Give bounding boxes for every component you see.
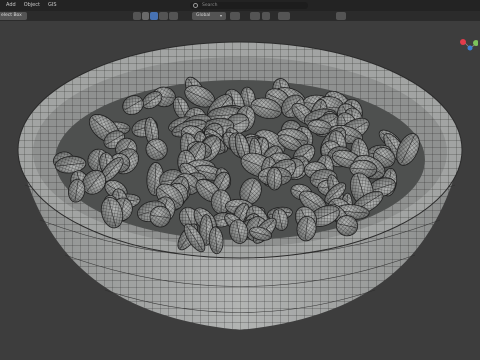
menu-object[interactable]: Object	[20, 0, 44, 11]
snap-target-icon[interactable]	[262, 12, 270, 20]
search-placeholder: Search	[202, 2, 218, 8]
chevron-down-icon: ▾	[220, 13, 223, 18]
transform-orientation-label: Global	[196, 13, 211, 18]
viewport-3d[interactable]	[0, 21, 480, 360]
select-box-icon[interactable]	[150, 12, 158, 20]
select-box-button[interactable]: elect Box	[0, 12, 27, 20]
seed	[266, 167, 283, 191]
select-box-label: elect Box	[1, 13, 22, 18]
pivot-point-icon[interactable]	[230, 12, 240, 20]
search-icon	[193, 3, 198, 8]
menu-gis[interactable]: GIS	[44, 0, 61, 11]
menu-add[interactable]: Add	[0, 0, 20, 11]
tool-settings-bar: Global ▾	[0, 11, 480, 21]
select-subtract-icon[interactable]	[169, 12, 178, 20]
select-extend-icon[interactable]	[159, 12, 168, 20]
cursor-tool-icon[interactable]	[133, 12, 141, 20]
proportional-editing-icon[interactable]	[278, 12, 290, 20]
snap-icon[interactable]	[250, 12, 260, 20]
filter-icon[interactable]	[336, 12, 346, 20]
move-icon[interactable]	[142, 12, 149, 20]
search-input[interactable]: Search	[190, 1, 308, 9]
